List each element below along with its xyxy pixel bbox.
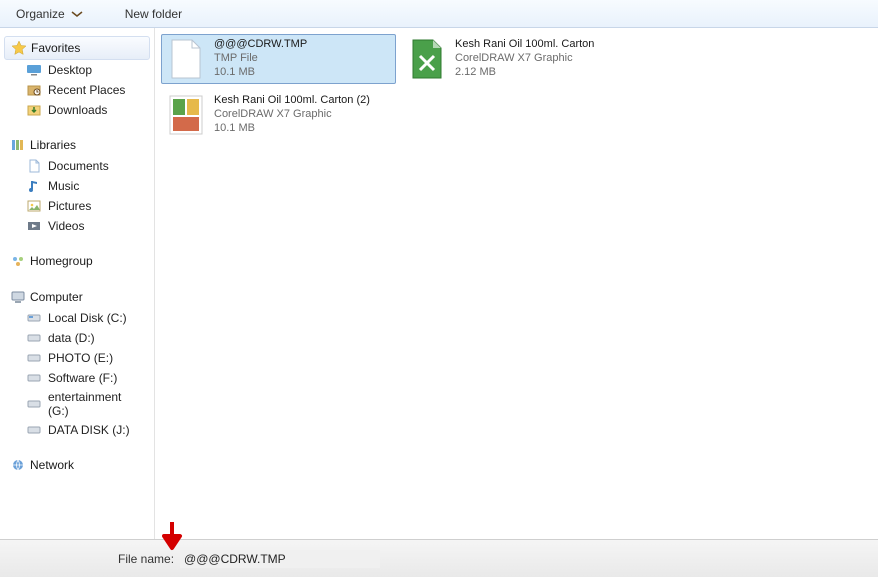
nav-favorites-label: Favorites: [31, 41, 80, 55]
drive-icon: [26, 370, 42, 386]
star-icon: [11, 40, 27, 56]
file-size: 2.12 MB: [455, 66, 594, 80]
nav-item-data-d[interactable]: data (D:): [4, 328, 150, 348]
computer-icon: [10, 289, 26, 305]
file-type: CorelDRAW X7 Graphic: [214, 108, 370, 122]
localdisk-icon: [26, 310, 42, 326]
drive-icon: [26, 350, 42, 366]
file-item-selected[interactable]: @@@CDRW.TMP TMP File 10.1 MB: [161, 34, 396, 84]
recent-icon: [26, 82, 42, 98]
nav-item-label: Videos: [48, 219, 84, 233]
nav-computer-header[interactable]: Computer: [4, 286, 150, 308]
file-item[interactable]: Kesh Rani Oil 100ml. Carton (2) CorelDRA…: [161, 90, 396, 140]
nav-item-downloads[interactable]: Downloads: [4, 100, 150, 120]
nav-item-label: data (D:): [48, 331, 95, 345]
nav-item-datadisk-j[interactable]: DATA DISK (J:): [4, 420, 150, 440]
nav-item-label: Music: [48, 179, 79, 193]
nav-item-desktop[interactable]: Desktop: [4, 60, 150, 80]
file-type: TMP File: [214, 52, 307, 66]
nav-item-entertainment-g[interactable]: entertainment (G:): [4, 388, 150, 420]
cdr-file-icon: [410, 38, 444, 80]
homegroup-icon: [10, 253, 26, 269]
nav-item-documents[interactable]: Documents: [4, 156, 150, 176]
libraries-icon: [10, 137, 26, 153]
filename-input[interactable]: [180, 550, 380, 568]
nav-network-header[interactable]: Network: [4, 454, 150, 476]
nav-item-label: Recent Places: [48, 83, 125, 97]
nav-computer-label: Computer: [30, 290, 83, 304]
filename-bar: File name:: [0, 539, 878, 577]
drive-icon: [26, 330, 42, 346]
file-type: CorelDRAW X7 Graphic: [455, 52, 594, 66]
nav-item-label: Downloads: [48, 103, 107, 117]
nav-item-localdisk-c[interactable]: Local Disk (C:): [4, 308, 150, 328]
network-icon: [10, 457, 26, 473]
nav-item-label: DATA DISK (J:): [48, 423, 130, 437]
file-list[interactable]: @@@CDRW.TMP TMP File 10.1 MB Kesh Rani O…: [155, 28, 878, 539]
file-name: @@@CDRW.TMP: [214, 38, 307, 52]
nav-item-label: Pictures: [48, 199, 91, 213]
pictures-icon: [26, 198, 42, 214]
nav-item-videos[interactable]: Videos: [4, 216, 150, 236]
desktop-icon: [26, 62, 42, 78]
documents-icon: [26, 158, 42, 174]
file-size: 10.1 MB: [214, 66, 307, 80]
new-folder-label: New folder: [125, 7, 182, 21]
drive-icon: [26, 396, 42, 412]
nav-item-label: Desktop: [48, 63, 92, 77]
nav-item-recent[interactable]: Recent Places: [4, 80, 150, 100]
organize-button[interactable]: Organize: [8, 4, 93, 24]
nav-homegroup-label: Homegroup: [30, 254, 93, 268]
nav-item-label: entertainment (G:): [48, 390, 144, 418]
organize-label: Organize: [16, 7, 65, 21]
nav-item-label: Local Disk (C:): [48, 311, 127, 325]
nav-item-photo-e[interactable]: PHOTO (E:): [4, 348, 150, 368]
file-name: Kesh Rani Oil 100ml. Carton: [455, 38, 594, 52]
chevron-down-icon: [69, 6, 85, 22]
new-folder-button[interactable]: New folder: [117, 5, 190, 23]
file-item[interactable]: Kesh Rani Oil 100ml. Carton CorelDRAW X7…: [402, 34, 637, 84]
nav-item-music[interactable]: Music: [4, 176, 150, 196]
blank-file-icon: [169, 38, 203, 80]
nav-libraries-label: Libraries: [30, 138, 76, 152]
downloads-icon: [26, 102, 42, 118]
nav-network-label: Network: [30, 458, 74, 472]
nav-favorites-header[interactable]: Favorites: [4, 36, 150, 60]
file-name: Kesh Rani Oil 100ml. Carton (2): [214, 94, 370, 108]
file-size: 10.1 MB: [214, 122, 370, 136]
nav-item-label: PHOTO (E:): [48, 351, 113, 365]
drive-icon: [26, 422, 42, 438]
nav-item-software-f[interactable]: Software (F:): [4, 368, 150, 388]
nav-libraries-header[interactable]: Libraries: [4, 134, 150, 156]
nav-homegroup-header[interactable]: Homegroup: [4, 250, 150, 272]
music-icon: [26, 178, 42, 194]
nav-tree: Favorites Desktop Recent Places Download…: [0, 28, 155, 539]
nav-item-label: Software (F:): [48, 371, 117, 385]
nav-item-pictures[interactable]: Pictures: [4, 196, 150, 216]
cdr-thumb-icon: [168, 94, 204, 136]
filename-label: File name:: [118, 552, 174, 566]
nav-item-label: Documents: [48, 159, 109, 173]
videos-icon: [26, 218, 42, 234]
toolbar: Organize New folder: [0, 0, 878, 28]
